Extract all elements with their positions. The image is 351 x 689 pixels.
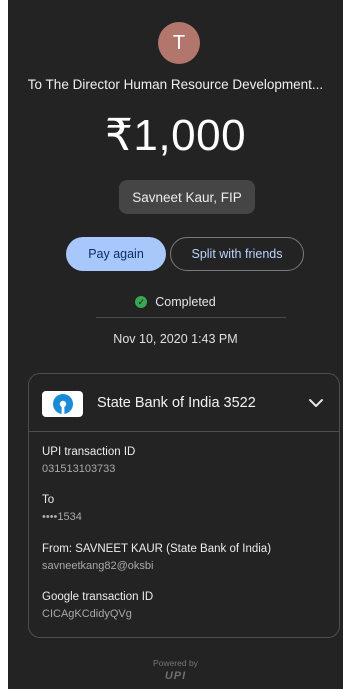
detail-label: From: SAVNEET KAUR (State Bank of India) [42, 543, 272, 555]
transaction-details-card: State Bank of India 3522 UPI transaction… [28, 373, 340, 638]
transaction-datetime: Nov 10, 2020 1:43 PM [113, 332, 238, 346]
chevron-down-icon[interactable] [307, 394, 325, 412]
detail-to: To ••••1534 [42, 494, 82, 523]
pay-again-button[interactable]: Pay again [66, 237, 166, 271]
pay-again-label: Pay again [88, 247, 144, 261]
bank-name: State Bank of India 3522 [97, 395, 256, 411]
detail-from: From: SAVNEET KAUR (State Bank of India)… [42, 543, 271, 572]
status-row: ✓ Completed [8, 295, 343, 309]
detail-upi-transaction-id: UPI transaction ID 031513103733 [42, 446, 135, 475]
avatar-initial: T [172, 31, 186, 54]
powered-by-text: Powered by [153, 658, 198, 668]
check-circle-icon: ✓ [135, 296, 148, 308]
sbi-logo-icon [42, 391, 83, 417]
status-text: Completed [155, 295, 216, 309]
detail-label: Google transaction ID [42, 591, 154, 603]
split-with-friends-button[interactable]: Split with friends [170, 237, 304, 271]
payee-name: To The Director Human Resource Developme… [27, 77, 324, 92]
detail-value: 031513103733 [42, 463, 116, 475]
detail-google-transaction-id: Google transaction ID CICAgKCdidyQVg [42, 591, 153, 620]
card-divider [29, 431, 339, 432]
detail-value: savneetkang82@oksbi [42, 560, 154, 572]
payment-note-chip: Savneet Kaur, FIP [119, 180, 255, 214]
detail-value: CICAgKCdidyQVg [42, 608, 132, 620]
status-divider [96, 317, 286, 318]
detail-label: To [42, 494, 55, 506]
bank-account-row[interactable]: State Bank of India 3522 [29, 374, 339, 431]
detail-value: ••••1534 [42, 511, 82, 523]
upi-logo: UPI [164, 670, 187, 682]
detail-label: UPI transaction ID [42, 446, 136, 458]
payment-details-screen: T To The Director Human Resource Develop… [8, 0, 343, 689]
payment-amount: ₹1,000 [104, 111, 247, 160]
payment-note: Savneet Kaur, FIP [132, 189, 242, 205]
payee-avatar: T [158, 22, 200, 64]
split-label: Split with friends [191, 247, 283, 261]
